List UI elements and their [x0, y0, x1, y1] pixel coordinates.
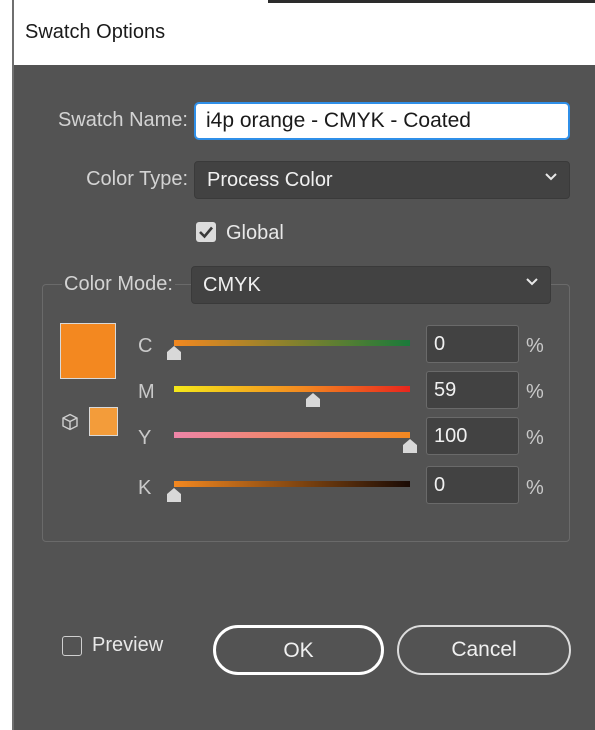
magenta-value-input[interactable]: 59: [426, 371, 519, 409]
black-percent-unit: %: [526, 477, 544, 499]
swatch-name-label: Swatch Name:: [57, 109, 188, 131]
global-checkbox[interactable]: [196, 222, 216, 242]
magenta-percent-unit: %: [526, 381, 544, 403]
color-swatch-preview: [60, 323, 116, 379]
global-label: Global: [226, 222, 284, 244]
cyan-value-input[interactable]: 0: [426, 325, 519, 363]
magenta-slider-track[interactable]: [174, 386, 410, 392]
black-value-input[interactable]: 0: [426, 466, 519, 504]
color-type-dropdown[interactable]: Process Color: [194, 161, 570, 199]
black-slider-track[interactable]: [174, 481, 410, 487]
swatch-name-input[interactable]: [194, 102, 570, 140]
preview-label: Preview: [92, 634, 164, 656]
cyan-percent-unit: %: [526, 335, 544, 357]
web-safe-swatch[interactable]: [89, 407, 118, 436]
color-mode-label: Color Mode:: [62, 273, 175, 296]
color-type-value: Process Color: [207, 169, 333, 191]
channel-m-label: M: [138, 381, 155, 403]
chevron-down-icon: [545, 173, 557, 181]
cyan-slider-track[interactable]: [174, 340, 410, 346]
yellow-percent-unit: %: [526, 427, 544, 449]
yellow-slider-track[interactable]: [174, 432, 410, 438]
channel-c-label: C: [138, 335, 153, 357]
checkmark-icon: [199, 226, 213, 239]
yellow-slider-thumb[interactable]: [401, 439, 419, 453]
window-left-edge: [0, 0, 14, 730]
swatch-options-dialog: Swatch Name: Color Type: Process Color G…: [14, 65, 595, 730]
cyan-slider-thumb[interactable]: [165, 346, 183, 360]
ok-button[interactable]: OK: [213, 625, 384, 675]
preview-checkbox[interactable]: [62, 636, 82, 656]
black-slider-thumb[interactable]: [165, 488, 183, 502]
color-mode-dropdown[interactable]: CMYK: [191, 266, 551, 304]
window-title: Swatch Options: [25, 21, 166, 43]
channel-k-label: K: [138, 477, 152, 499]
color-type-label: Color Type:: [86, 168, 188, 190]
title-bar: Swatch Options: [14, 3, 595, 65]
chevron-down-icon: [526, 278, 538, 286]
cancel-button[interactable]: Cancel: [397, 625, 571, 675]
channel-y-label: Y: [138, 427, 152, 449]
out-of-web-gamut-cube-icon[interactable]: [61, 413, 79, 431]
color-mode-value: CMYK: [203, 274, 261, 296]
yellow-value-input[interactable]: 100: [426, 417, 519, 455]
magenta-slider-thumb[interactable]: [304, 393, 322, 407]
